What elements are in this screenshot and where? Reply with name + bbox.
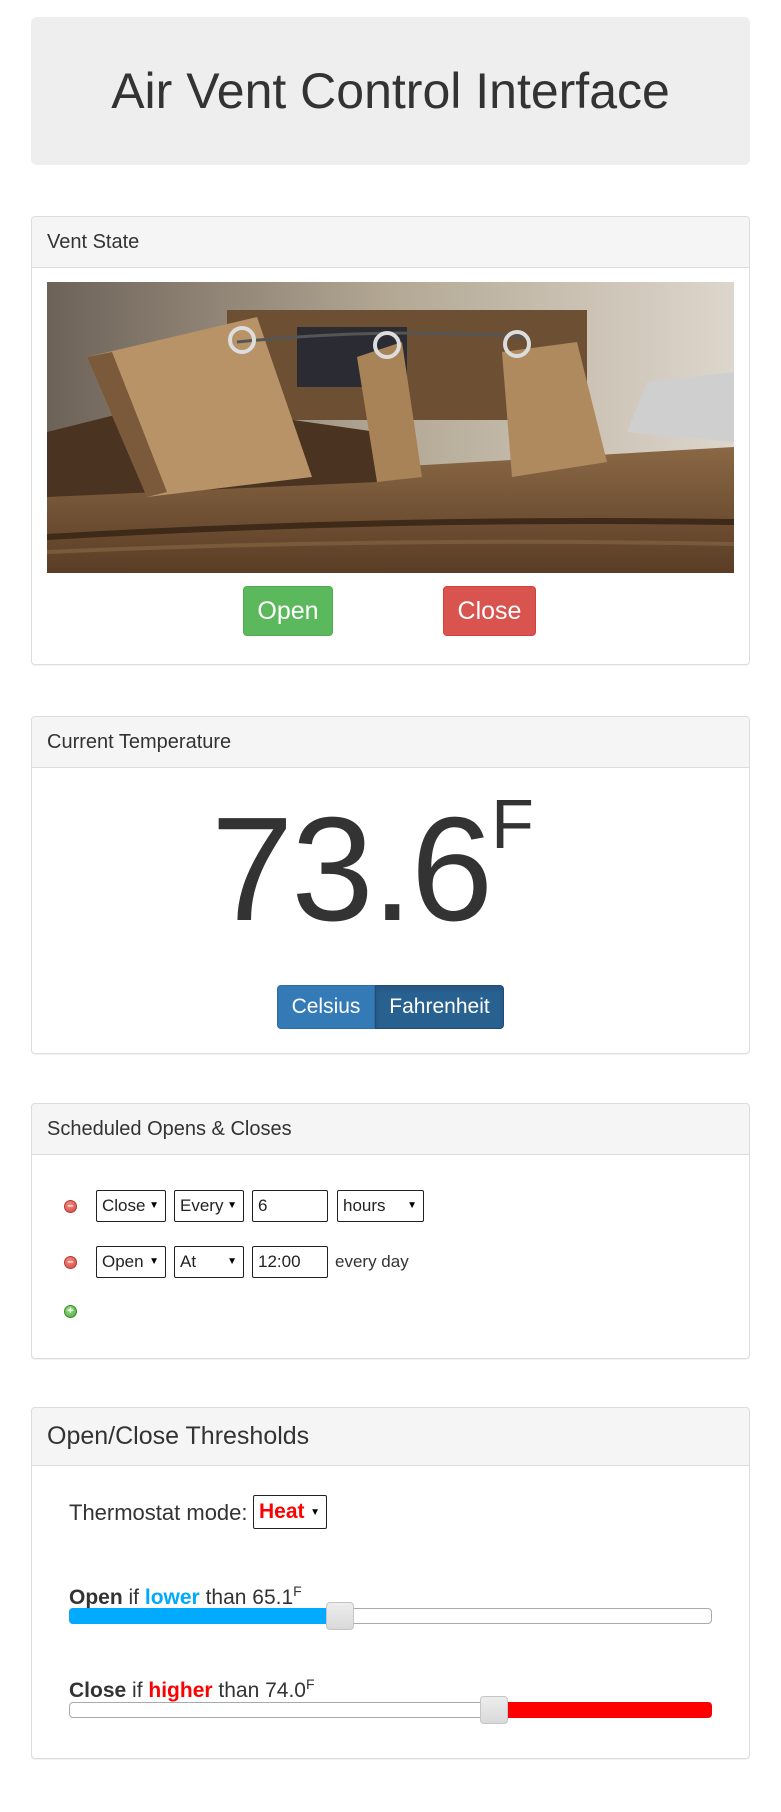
open-threshold-slider[interactable] [69,1602,712,1630]
temperature-heading: Current Temperature [32,717,749,768]
temperature-unit: F [491,785,534,863]
close-if: if [132,1679,143,1702]
schedule-mode-select[interactable]: At ▼ [174,1246,244,1278]
schedule-action-select[interactable]: Close ▼ [96,1190,166,1222]
temperature-panel: Current Temperature 73.6 F Celsius Fahre… [31,716,750,1054]
thermostat-mode-value: Heat [259,1500,305,1523]
schedule-mode-value: Every [180,1196,224,1215]
close-word: Close [69,1679,127,1702]
open-comparator: lower [144,1586,200,1609]
open-than: than [205,1586,247,1609]
dropdown-arrow-icon: ▼ [227,1256,237,1267]
schedule-unit-select[interactable]: hours ▼ [337,1190,424,1222]
close-than: than [218,1679,260,1702]
thresholds-panel: Open/Close Thresholds Thermostat mode: H… [31,1407,750,1759]
dropdown-arrow-icon: ▼ [149,1256,159,1267]
schedule-action-value: Open [102,1252,144,1271]
open-threshold-unit: F [293,1583,302,1599]
close-threshold-label: Close if higher than 74.0F [69,1671,315,1704]
celsius-button[interactable]: Celsius [277,985,375,1029]
thresholds-heading: Open/Close Thresholds [32,1408,749,1466]
add-schedule-row: + [64,1294,77,1328]
remove-icon[interactable]: – [64,1199,77,1213]
close-slider-handle[interactable] [480,1696,508,1724]
schedule-action-value: Close [102,1196,146,1215]
vent-camera-image [47,282,734,573]
open-slider-fill [69,1608,339,1624]
dropdown-arrow-icon: ▼ [227,1200,237,1211]
schedule-unit-value: hours [343,1196,386,1215]
page-header: Air Vent Control Interface [31,17,750,165]
schedule-action-select[interactable]: Open ▼ [96,1246,166,1278]
schedule-panel: Scheduled Opens & Closes – Close ▼ Every ▼… [31,1103,750,1359]
open-slider-handle[interactable] [326,1602,354,1630]
fahrenheit-button[interactable]: Fahrenheit [375,985,504,1029]
close-comparator: higher [148,1679,213,1702]
schedule-row: – [64,1245,77,1279]
thermostat-mode-select[interactable]: Heat ▼ [253,1495,327,1529]
open-if: if [128,1586,140,1609]
close-threshold-unit: F [305,1676,315,1692]
temperature-value: 73.6 [211,787,493,952]
add-icon[interactable]: + [64,1304,77,1318]
remove-icon[interactable]: – [64,1255,77,1269]
open-button[interactable]: Open [243,586,333,636]
unit-toggle-group: Celsius Fahrenheit [277,985,504,1029]
schedule-time-input[interactable]: 12:00 [252,1246,328,1278]
open-word: Open [69,1586,123,1609]
dropdown-arrow-icon: ▼ [149,1200,159,1211]
page-title: Air Vent Control Interface [111,63,670,119]
dropdown-arrow-icon: ▼ [310,1507,320,1518]
dropdown-arrow-icon: ▼ [407,1200,417,1211]
vent-state-panel: Vent State Open Close [31,216,750,665]
close-button[interactable]: Close [443,586,536,636]
schedule-mode-value: At [180,1252,197,1271]
close-threshold-value: 74.0 [265,1679,306,1702]
temperature-display: 73.6 F [32,787,749,952]
schedule-mode-select[interactable]: Every ▼ [174,1190,244,1222]
schedule-suffix-text: every day [335,1252,409,1271]
open-threshold-value: 65.1 [252,1586,294,1609]
schedule-heading: Scheduled Opens & Closes [32,1104,749,1155]
close-threshold-slider[interactable] [69,1696,712,1724]
schedule-row: – [64,1189,77,1223]
open-threshold-label: Open if lower than 65.1F [69,1578,302,1611]
vent-state-heading: Vent State [32,217,749,268]
schedule-interval-input[interactable]: 6 [252,1190,328,1222]
close-slider-fill [493,1702,712,1718]
thermostat-mode-label: Thermostat mode: [69,1500,248,1525]
